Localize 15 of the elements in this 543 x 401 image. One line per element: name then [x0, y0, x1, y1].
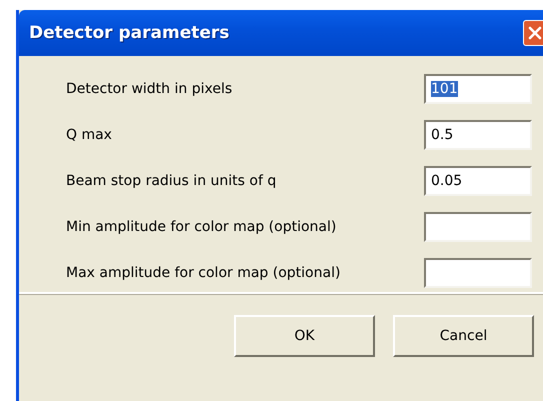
input-field[interactable]: 0.05 — [424, 166, 532, 196]
close-button[interactable] — [523, 20, 543, 46]
field-label: Max amplitude for color map (optional) — [66, 265, 342, 281]
field-label: Min amplitude for color map (optional) — [66, 219, 338, 235]
dialog-button[interactable]: Cancel — [393, 315, 534, 357]
field-label: Beam stop radius in units of q — [66, 173, 278, 189]
input-field[interactable] — [424, 212, 532, 242]
window-title: Detector parameters — [29, 23, 230, 43]
dialog-button[interactable]: OK — [234, 315, 375, 357]
input-field[interactable]: 0.5 — [424, 120, 532, 150]
input-field[interactable] — [424, 258, 532, 288]
close-icon — [527, 25, 543, 41]
field-label: Q max — [66, 127, 113, 143]
input-field[interactable]: 101 — [424, 74, 532, 104]
field-label: Detector width in pixels — [66, 81, 234, 97]
